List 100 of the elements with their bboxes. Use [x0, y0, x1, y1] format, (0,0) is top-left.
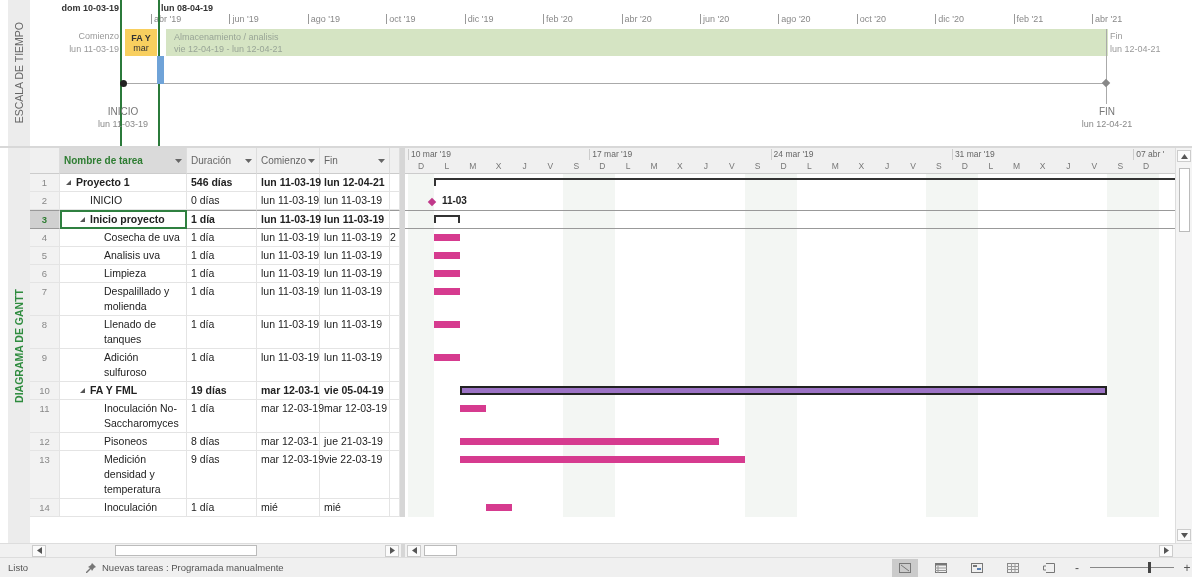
task-name: Inicio proyecto	[90, 212, 165, 227]
scroll-down-button[interactable]	[1177, 529, 1191, 541]
up-arrow-icon	[1180, 153, 1188, 159]
row-number[interactable]: 2	[30, 192, 60, 210]
start-date: lun 11-03-19	[261, 267, 320, 279]
row-number[interactable]: 9	[30, 349, 60, 382]
task-name: Cosecha de uva	[104, 230, 180, 245]
task-bar[interactable]	[433, 270, 460, 277]
vertical-scrollbar[interactable]	[1175, 148, 1192, 543]
scrollbar-thumb[interactable]	[115, 545, 257, 556]
row-number[interactable]: 13	[30, 451, 60, 499]
day-label: D	[1142, 161, 1151, 172]
column-header[interactable]: Comienzo	[257, 148, 320, 174]
row-number[interactable]: 14	[30, 499, 60, 517]
task-name: Inoculación	[104, 500, 158, 515]
task-name: Medición densidad y temperatura	[104, 452, 162, 497]
day-label: L	[987, 161, 995, 172]
gantt-icon	[899, 562, 911, 573]
task-bar[interactable]	[485, 504, 512, 511]
day-label: J	[702, 161, 709, 172]
column-header[interactable]: Nombre de tarea	[60, 148, 187, 174]
date-label: lun 08-04-19	[161, 3, 214, 13]
day-label: M	[830, 161, 840, 172]
start-date: lun 11-03-19	[261, 351, 320, 363]
month-label: ago '20	[778, 14, 811, 24]
zoom-in-button[interactable]: +	[1182, 560, 1192, 575]
finish-date: lun 11-03-19	[324, 213, 385, 225]
task-duration: 0 días	[191, 194, 220, 206]
finish-date: lun 12-04-21	[1110, 43, 1161, 56]
task-duration: 1 día	[191, 318, 215, 330]
task-bar[interactable]	[433, 288, 460, 295]
row-number[interactable]: 7	[30, 283, 60, 316]
row-number[interactable]: 4	[30, 229, 60, 247]
finish-date: vie 22-03-19	[324, 453, 383, 465]
start-date: mar 12-03-19	[261, 453, 325, 465]
row-number[interactable]: 8	[30, 316, 60, 349]
day-label: L	[443, 161, 451, 172]
start-date: mar 12-03-19	[261, 402, 325, 414]
task-bar[interactable]	[433, 321, 460, 328]
scrollbar-thumb[interactable]	[424, 545, 457, 556]
task-bar[interactable]	[459, 405, 486, 412]
timeline-bar[interactable]: FA Y mar	[125, 29, 157, 56]
finish-date: mar 12-03-19	[324, 402, 388, 414]
summary-bar[interactable]	[433, 215, 460, 223]
scroll-right-button[interactable]	[385, 544, 399, 557]
scrollbar-thumb[interactable]	[1178, 168, 1190, 232]
scroll-left-button[interactable]	[32, 544, 46, 557]
start-date: lun 11-03-19	[261, 176, 322, 188]
task-duration: 1 día	[191, 402, 215, 414]
row-number[interactable]: 12	[30, 433, 60, 451]
day-label: D	[598, 161, 607, 172]
task-name: Limpieza	[104, 266, 147, 281]
task-duration: 9 días	[191, 453, 220, 465]
pin-icon	[86, 562, 96, 573]
row-number[interactable]: 3	[30, 210, 60, 229]
task-bar[interactable]	[433, 234, 460, 241]
horizontal-scrollbar[interactable]	[405, 544, 1175, 557]
start-label: Comienzo	[78, 30, 119, 43]
collapse-triangle-icon[interactable]	[80, 217, 85, 222]
week-label: 31 mar '19	[951, 149, 995, 160]
slider-thumb[interactable]	[1147, 562, 1151, 573]
scroll-left-button[interactable]	[407, 544, 421, 557]
finish-date: lun 11-03-19	[324, 194, 383, 206]
row-number[interactable]: 1	[30, 174, 60, 192]
start-date: lun 11-03-19	[69, 43, 119, 56]
timeline-marker[interactable]	[157, 56, 164, 84]
timeline-label: ESCALA DE TIEMPO	[13, 22, 25, 124]
date-range: mar	[133, 42, 149, 53]
task-name: Proyecto 1	[76, 175, 130, 190]
row-number[interactable]: 10	[30, 382, 60, 400]
scroll-right-button[interactable]	[1159, 544, 1173, 557]
task-bar[interactable]	[433, 252, 460, 259]
month-label: dic '20	[935, 14, 964, 24]
finish-date: lun 11-03-19	[324, 249, 383, 261]
collapse-triangle-icon[interactable]	[80, 388, 85, 393]
column-header[interactable]: Fin	[320, 148, 390, 174]
day-label: J	[521, 161, 528, 172]
collapse-triangle-icon[interactable]	[66, 180, 71, 185]
finish-date: mié	[324, 501, 341, 513]
row-number[interactable]: 6	[30, 265, 60, 283]
view-button[interactable]	[892, 558, 918, 577]
day-label: X	[494, 161, 503, 172]
start-date: lun 11-03-19	[261, 249, 320, 261]
scroll-up-button[interactable]	[1177, 150, 1191, 162]
range-marker-line[interactable]	[120, 0, 122, 146]
month-label: abr '21	[1092, 14, 1123, 24]
month-label: abr '20	[621, 14, 652, 24]
row-number[interactable]: 5	[30, 247, 60, 265]
status-text: Nuevas tareas : Programada manualmente	[102, 562, 284, 573]
month-label: jun '20	[699, 14, 730, 24]
zoom-out-button[interactable]: -	[1072, 560, 1082, 575]
right-arrow-icon	[1163, 547, 1169, 554]
finish-date: lun 12-04-21	[324, 176, 385, 188]
task-bar[interactable]	[433, 354, 460, 361]
task-name: Despalillado y molienda	[104, 284, 171, 314]
month-label: feb '21	[1013, 14, 1044, 24]
day-label: X	[1038, 161, 1047, 172]
day-label: X	[676, 161, 684, 172]
column-header[interactable]: Duración	[187, 148, 257, 174]
row-number[interactable]: 11	[30, 400, 60, 433]
